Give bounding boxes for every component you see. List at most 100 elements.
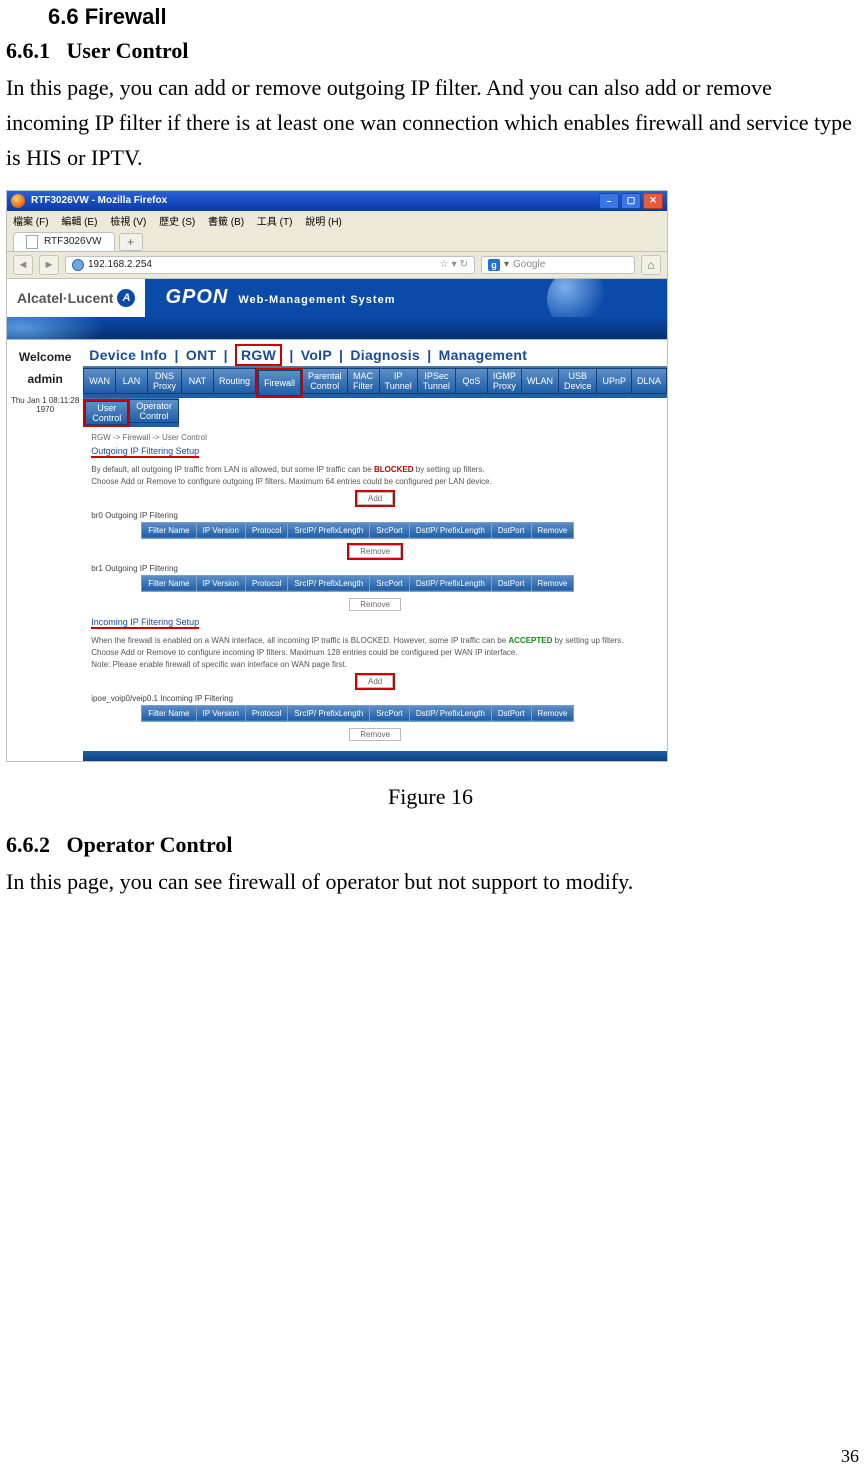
- gpon-title: GPON Web-Management System: [165, 286, 395, 309]
- firefox-navrow: ◄ ► 192.168.2.254 ☆ ▾ ↻ g ▾ Google ⌂: [7, 252, 667, 279]
- nav-btn-upnp[interactable]: UPnP: [597, 368, 632, 394]
- table-header: Protocol: [245, 522, 287, 538]
- blocked-word: BLOCKED: [374, 465, 414, 474]
- firefox-tabrow: RTF3026VW +: [7, 230, 667, 252]
- incoming-desc-1: When the firewall is enabled on a WAN in…: [91, 636, 659, 645]
- table-header: IP Version: [196, 705, 245, 721]
- gpon-header: Alcatel·Lucent A GPON Web-Management Sys…: [7, 279, 667, 317]
- forward-button[interactable]: ►: [39, 255, 59, 275]
- browser-tab[interactable]: RTF3026VW: [13, 232, 115, 251]
- tab-rgw[interactable]: RGW: [241, 347, 276, 363]
- nav-btn-qos[interactable]: QoS: [456, 368, 488, 394]
- remove-button-in1[interactable]: Remove: [349, 728, 401, 741]
- reload-icon[interactable]: ↻: [460, 259, 468, 270]
- table-header: SrcPort: [370, 705, 410, 721]
- menu-tools[interactable]: 工具 (T): [257, 217, 293, 228]
- tab-rgw-highlight: RGW: [235, 344, 282, 366]
- in-table1-caption: ipoe_voip0/veip0.1 Incoming IP Filtering: [91, 694, 659, 703]
- out-table2-caption: br1 Outgoing IP Filtering: [91, 564, 659, 573]
- tab-diagnosis[interactable]: Diagnosis: [350, 347, 420, 363]
- nav-btn-wlan[interactable]: WLAN: [522, 368, 559, 394]
- page-number: 36: [841, 1446, 859, 1467]
- home-button[interactable]: ⌂: [641, 255, 661, 275]
- subsection-title-2: Operator Control: [67, 832, 233, 857]
- incoming-desc-2: Choose Add or Remove to configure incomi…: [91, 648, 659, 657]
- table-header: SrcIP/ PrefixLength: [288, 705, 370, 721]
- remove-button-out2[interactable]: Remove: [349, 598, 401, 611]
- nav-btn-operator-control[interactable]: OperatorControl: [130, 399, 179, 423]
- screenshot-frame: RTF3026VW - Mozilla Firefox – ▢ ✕ 檔案 (F)…: [6, 190, 668, 762]
- tab-ont[interactable]: ONT: [186, 347, 216, 363]
- star-icon[interactable]: ☆: [440, 259, 449, 270]
- table-header: DstIP/ PrefixLength: [409, 705, 491, 721]
- table-header: DstIP/ PrefixLength: [409, 522, 491, 538]
- tab-voip[interactable]: VoIP: [301, 347, 332, 363]
- nav-btn-ip-tunnel[interactable]: IPTunnel: [380, 368, 418, 394]
- table-header: SrcIP/ PrefixLength: [288, 575, 370, 591]
- subsection-heading-1: 6.6.1 User Control: [6, 38, 855, 64]
- google-icon: g: [488, 259, 500, 271]
- add-button-outgoing[interactable]: Add: [357, 492, 393, 505]
- table-header: SrcPort: [370, 575, 410, 591]
- close-button[interactable]: ✕: [643, 193, 663, 209]
- nav-btn-usb-device[interactable]: USBDevice: [559, 368, 598, 394]
- menu-view[interactable]: 檢視 (V): [110, 217, 146, 228]
- globe-icon: [72, 259, 84, 271]
- nav-btn-ipsec-tunnel[interactable]: IPSecTunnel: [418, 368, 456, 394]
- back-button[interactable]: ◄: [13, 255, 33, 275]
- table-header: DstPort: [491, 522, 531, 538]
- table-header: DstPort: [491, 705, 531, 721]
- table-header: IP Version: [196, 522, 245, 538]
- firefox-icon: [11, 194, 25, 208]
- outgoing-section-title: Outgoing IP Filtering Setup: [91, 446, 199, 458]
- nav-btn-wan[interactable]: WAN: [83, 368, 116, 394]
- table-header: DstIP/ PrefixLength: [409, 575, 491, 591]
- remove-button-out1[interactable]: Remove: [349, 545, 401, 558]
- nav-btn-lan[interactable]: LAN: [116, 368, 148, 394]
- gpon-big: GPON: [165, 286, 228, 309]
- incoming-section-title: Incoming IP Filtering Setup: [91, 617, 199, 629]
- firefox-titlebar: RTF3026VW - Mozilla Firefox – ▢ ✕: [7, 191, 667, 211]
- table-header: Protocol: [245, 705, 287, 721]
- url-bar[interactable]: 192.168.2.254 ☆ ▾ ↻: [65, 256, 475, 274]
- nav-btn-igmp-proxy[interactable]: IGMPProxy: [488, 368, 522, 394]
- nav-btn-nat[interactable]: NAT: [182, 368, 214, 394]
- tab-device-info[interactable]: Device Info: [89, 347, 167, 363]
- gpon-sub: Web-Management System: [238, 294, 395, 306]
- nav-btn-dlna[interactable]: DLNA: [632, 368, 667, 394]
- menu-bookmarks[interactable]: 書籤 (B): [208, 217, 244, 228]
- table-header: IP Version: [196, 575, 245, 591]
- tab-management[interactable]: Management: [439, 347, 528, 363]
- search-bar[interactable]: g ▾ Google: [481, 256, 635, 274]
- nav-btn-routing[interactable]: Routing: [214, 368, 256, 394]
- menu-edit[interactable]: 編輯 (E): [61, 217, 97, 228]
- out-table-1: Filter NameIP VersionProtocolSrcIP/ Pref…: [141, 522, 574, 539]
- nav-btn-user-control[interactable]: UserControl: [85, 401, 128, 425]
- menu-help[interactable]: 說明 (H): [305, 217, 342, 228]
- add-button-incoming[interactable]: Add: [357, 675, 393, 688]
- timestamp-label: Thu Jan 1 08:11:28 1970: [7, 396, 83, 414]
- table-header: Remove: [531, 705, 574, 721]
- maximize-button[interactable]: ▢: [621, 193, 641, 209]
- nav-btn-firewall[interactable]: Firewall: [258, 370, 301, 396]
- nav-btn-parental-control[interactable]: ParentalControl: [303, 368, 348, 394]
- out-table-2: Filter NameIP VersionProtocolSrcIP/ Pref…: [141, 575, 574, 592]
- window-title: RTF3026VW - Mozilla Firefox: [31, 195, 167, 206]
- brand-text: Alcatel·Lucent: [17, 290, 113, 306]
- breadcrumb: RGW -> Firewall -> User Control: [91, 433, 659, 442]
- username-label: admin: [7, 372, 83, 386]
- incoming-desc-3: Note: Please enable firewall of specific…: [91, 660, 659, 669]
- subsection-num: 6.6.1: [6, 38, 50, 63]
- new-tab-button[interactable]: +: [119, 233, 143, 251]
- brand-ball-icon: A: [117, 289, 135, 307]
- nav-btn-mac-filter[interactable]: MACFilter: [348, 368, 380, 394]
- nav-btn-dns-proxy[interactable]: DNSProxy: [148, 368, 182, 394]
- menu-file[interactable]: 檔案 (F): [13, 217, 49, 228]
- bottom-bar: [83, 751, 667, 761]
- minimize-button[interactable]: –: [599, 193, 619, 209]
- page-icon: [26, 235, 38, 249]
- table-header: Protocol: [245, 575, 287, 591]
- table-header: Filter Name: [142, 705, 196, 721]
- left-sidebar: Welcome admin Thu Jan 1 08:11:28 1970: [7, 340, 83, 761]
- menu-history[interactable]: 歷史 (S): [159, 217, 195, 228]
